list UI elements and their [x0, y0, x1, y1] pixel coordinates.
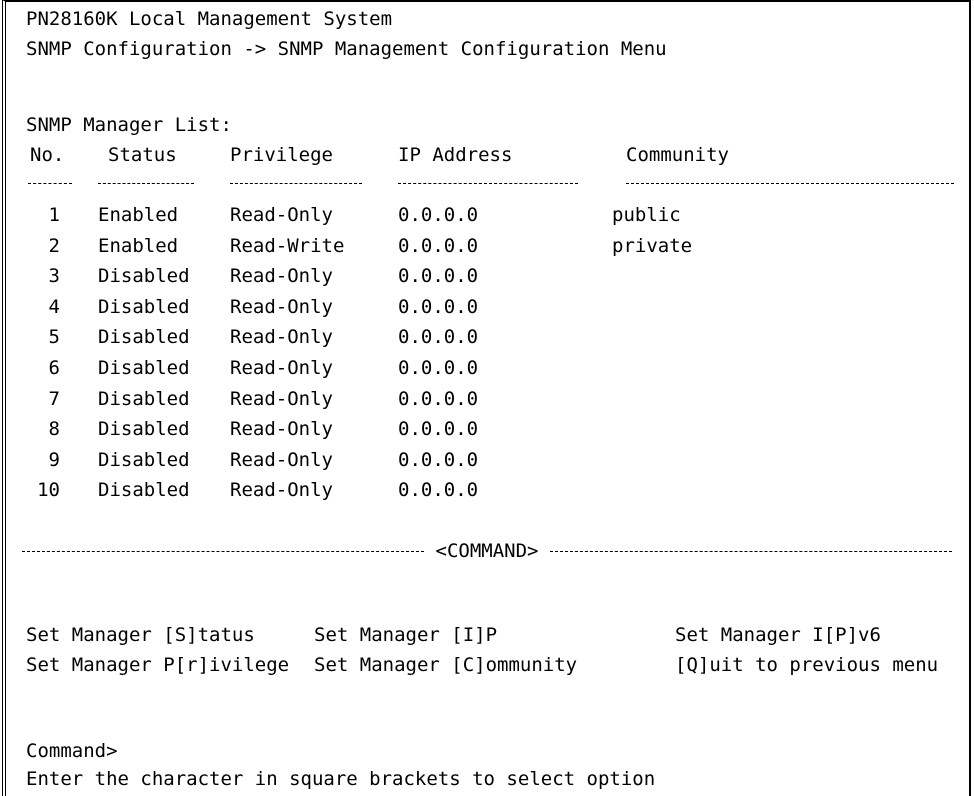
- set-manager-ipv6-command[interactable]: Set Manager I[P]v6: [675, 620, 881, 650]
- cell-privilege: Read-Only: [230, 387, 333, 410]
- cell-status: Disabled: [98, 448, 190, 471]
- cell-privilege: Read-Only: [230, 204, 333, 226]
- prompt-hint: Enter the character in square brackets t…: [26, 768, 656, 790]
- manager-list-caption: SNMP Manager List:: [26, 114, 232, 136]
- divider-ip-address: [398, 183, 578, 184]
- cell-no: 1: [48, 204, 60, 226]
- cell-community: private: [612, 234, 693, 257]
- cell-no: 7: [48, 387, 60, 410]
- cell-no: 6: [48, 357, 60, 379]
- cell-privilege: Read-Only: [230, 295, 333, 318]
- cell-status: Disabled: [98, 295, 190, 318]
- set-manager-ip-command[interactable]: Set Manager [I]P: [314, 620, 497, 650]
- cell-privilege: Read-Only: [230, 479, 333, 502]
- cell-privilege: Read-Only: [230, 418, 333, 441]
- quit-to-previous-menu-command[interactable]: [Q]uit to previous menu: [675, 650, 938, 680]
- command-rule-right: [550, 550, 953, 552]
- command-prompt[interactable]: Command>: [26, 736, 118, 766]
- command-section-label: <COMMAND>: [435, 540, 539, 562]
- cell-no: 4: [48, 295, 60, 318]
- column-header-privilege: Privilege: [230, 144, 333, 166]
- cell-status: Enabled: [98, 204, 179, 226]
- cell-ip-address: 0.0.0.0: [398, 479, 479, 502]
- cell-status: Disabled: [98, 479, 190, 502]
- cell-privilege: Read-Only: [230, 448, 333, 471]
- cell-status: Enabled: [98, 234, 179, 257]
- system-title: PN28160K Local Management System: [26, 8, 393, 30]
- cell-no: 10: [37, 479, 60, 502]
- column-header-community: Community: [626, 144, 729, 166]
- cell-ip-address: 0.0.0.0: [398, 448, 479, 471]
- cell-status: Disabled: [98, 357, 190, 379]
- cell-community: public: [612, 204, 681, 226]
- cell-status: Disabled: [98, 326, 190, 349]
- cell-ip-address: 0.0.0.0: [398, 295, 479, 318]
- cell-status: Disabled: [98, 265, 190, 288]
- set-manager-status-command[interactable]: Set Manager [S]tatus: [26, 620, 255, 650]
- cell-status: Disabled: [98, 418, 190, 441]
- cell-ip-address: 0.0.0.0: [398, 357, 479, 379]
- cell-ip-address: 0.0.0.0: [398, 387, 479, 410]
- cell-ip-address: 0.0.0.0: [398, 234, 479, 257]
- column-header-status: Status: [108, 144, 177, 166]
- set-manager-community-command[interactable]: Set Manager [C]ommunity: [314, 650, 577, 680]
- command-rule-left: [22, 550, 424, 552]
- cell-no: 9: [48, 448, 60, 471]
- cell-status: Disabled: [98, 387, 190, 410]
- cell-privilege: Read-Write: [230, 234, 345, 257]
- divider-privilege: [230, 183, 362, 184]
- column-header-no: No.: [30, 144, 65, 166]
- column-header-ip-address: IP Address: [398, 144, 513, 166]
- breadcrumb: SNMP Configuration -> SNMP Management Co…: [26, 38, 667, 60]
- cell-privilege: Read-Only: [230, 357, 333, 379]
- cell-privilege: Read-Only: [230, 265, 333, 288]
- cell-no: 2: [48, 234, 60, 257]
- divider-community: [626, 183, 954, 184]
- cell-no: 3: [48, 265, 60, 288]
- command-separator: <COMMAND>: [22, 536, 953, 566]
- divider-no: [28, 183, 72, 184]
- cell-ip-address: 0.0.0.0: [398, 204, 479, 226]
- cell-no: 5: [48, 326, 60, 349]
- divider-status: [98, 183, 194, 184]
- cell-ip-address: 0.0.0.0: [398, 418, 479, 441]
- cell-ip-address: 0.0.0.0: [398, 265, 479, 288]
- cell-privilege: Read-Only: [230, 326, 333, 349]
- cell-ip-address: 0.0.0.0: [398, 326, 479, 349]
- cell-no: 8: [48, 418, 60, 441]
- set-manager-privilege-command[interactable]: Set Manager P[r]ivilege: [26, 650, 289, 680]
